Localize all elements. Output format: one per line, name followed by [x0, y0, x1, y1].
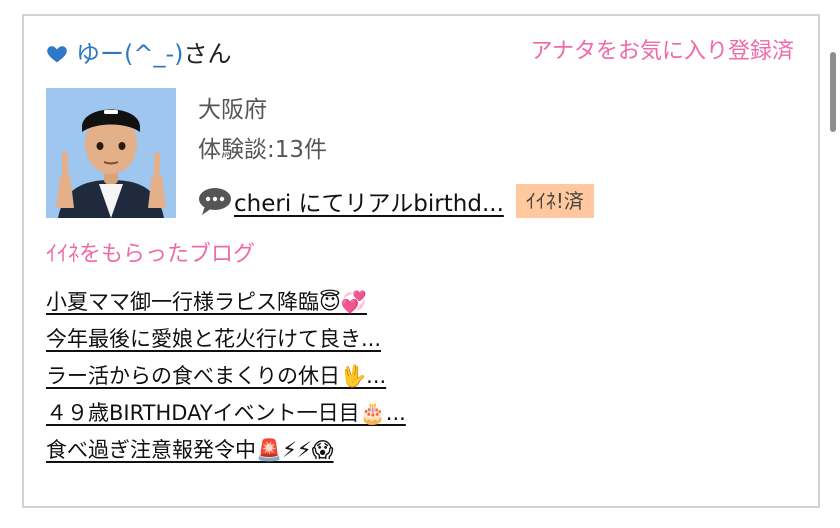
blog-link[interactable]: 今年最後に愛娘と花火行けて良き... [46, 327, 381, 351]
blog-link[interactable]: 食べ過ぎ注意報発令中🚨⚡⚡😱 [46, 438, 334, 462]
user-header[interactable]: ゆー(^_-) さん [46, 38, 232, 70]
avatar-illustration [46, 88, 176, 218]
blog-item-1[interactable]: 小夏ママ御一行様ラピス降臨😇💞 [46, 284, 406, 321]
blog-link[interactable]: 小夏ママ御一行様ラピス降臨😇💞 [46, 290, 367, 314]
experience-count: 体験談:13件 [198, 137, 328, 163]
blog-link[interactable]: ラー活からの食べまくりの休日🖖... [46, 364, 386, 388]
liked-blogs-title: ｲｲﾈをもらったブログ [46, 242, 256, 267]
favorite-status: アナタをお気に入り登録済 [530, 39, 794, 64]
avatar[interactable] [46, 88, 176, 218]
profile-info: 大阪府 体験談:13件 [198, 90, 327, 170]
user-name[interactable]: ゆー(^_-) [76, 38, 184, 70]
blog-item-4[interactable]: ４９歳BIRTHDAYイベント一日目🎂... [46, 395, 406, 432]
speech-bubble-icon [199, 188, 231, 215]
liked-blogs-list: 小夏ママ御一行様ラピス降臨😇💞 今年最後に愛娘と花火行けて良き... ラー活から… [46, 284, 406, 469]
user-card: ゆー(^_-) さん アナタをお気に入り登録済 大阪府 体験談:13件 cher… [22, 14, 820, 508]
blog-item-2[interactable]: 今年最後に愛娘と花火行けて良き... [46, 321, 406, 358]
user-honorific: さん [183, 40, 232, 68]
location: 大阪府 [198, 97, 267, 123]
vertical-scrollbar[interactable] [830, 52, 836, 132]
blog-item-3[interactable]: ラー活からの食べまくりの休日🖖... [46, 358, 406, 395]
review-row: cheri にてリアルbirthd... ｲｲﾈ!済 [198, 184, 594, 218]
like-badge[interactable]: ｲｲﾈ!済 [515, 184, 594, 218]
heart-icon [47, 46, 67, 63]
blog-item-5[interactable]: 食べ過ぎ注意報発令中🚨⚡⚡😱 [46, 432, 406, 469]
blog-link[interactable]: ４９歳BIRTHDAYイベント一日目🎂... [46, 401, 406, 425]
review-link[interactable]: cheri にてリアルbirthd... [234, 184, 504, 218]
